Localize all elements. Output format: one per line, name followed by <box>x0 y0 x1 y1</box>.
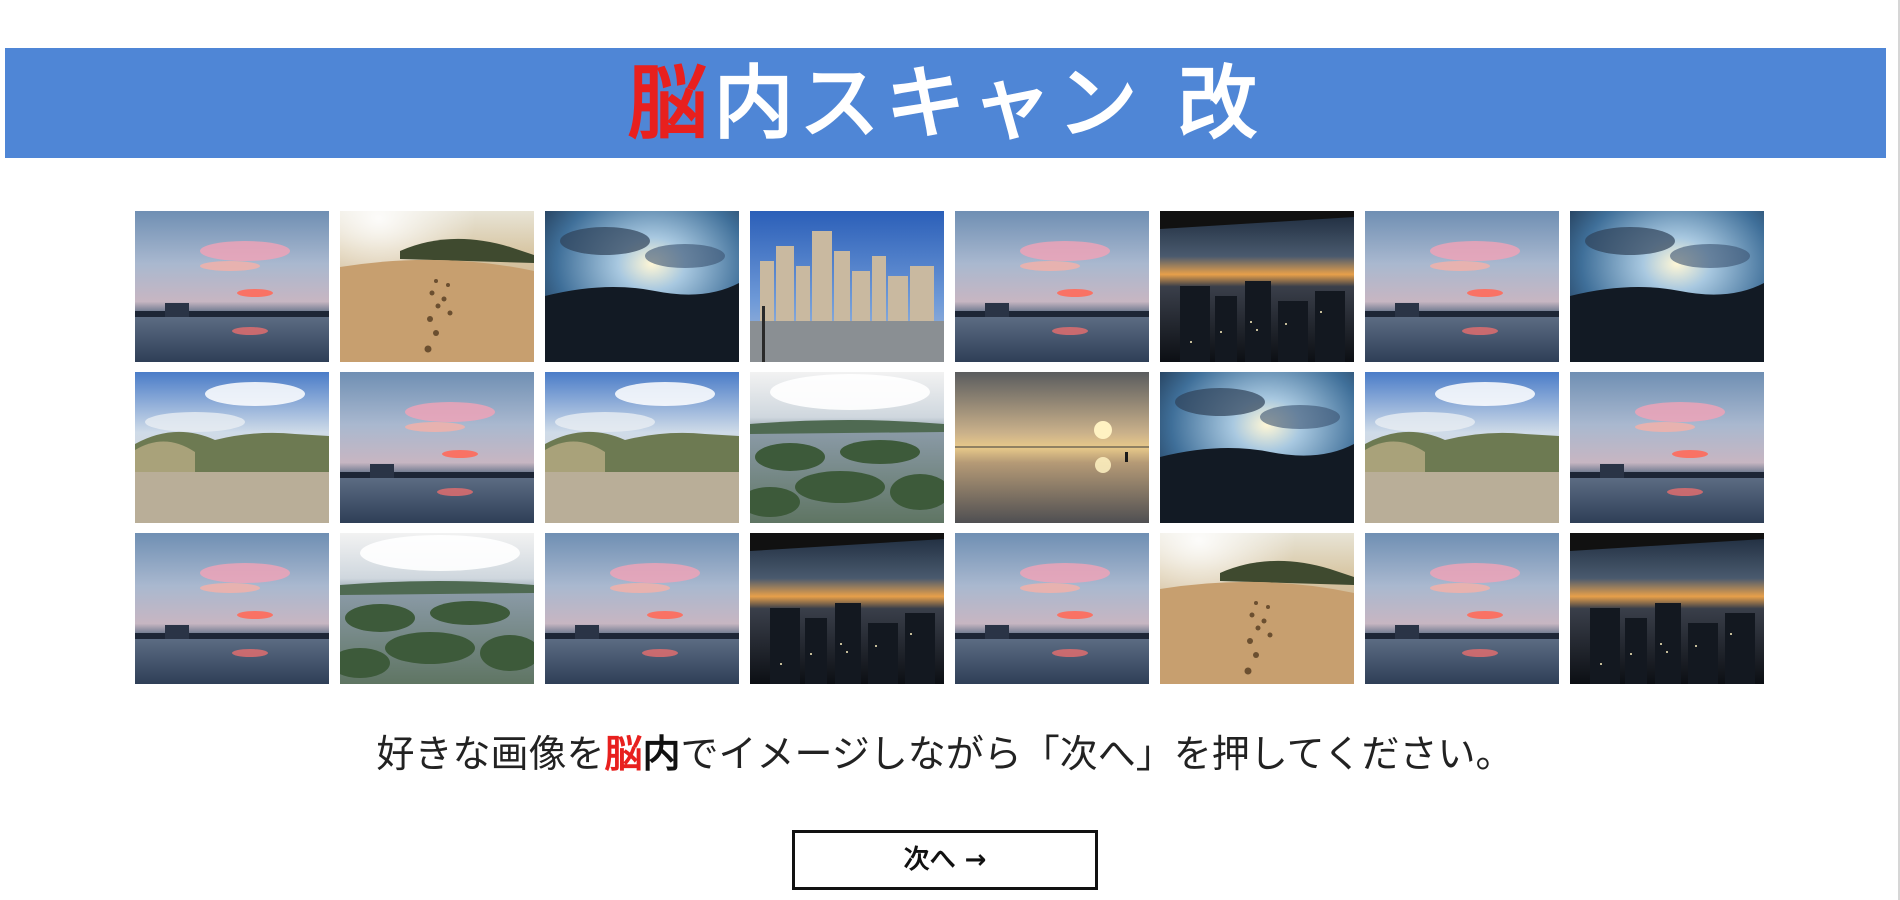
image-thumbnail[interactable] <box>1365 211 1559 362</box>
image-thumbnail[interactable] <box>1160 211 1354 362</box>
image-thumbnail[interactable] <box>1570 372 1764 523</box>
image-thumbnail[interactable] <box>135 372 329 523</box>
image-thumbnail[interactable] <box>955 372 1149 523</box>
thumbnail-image <box>1570 533 1764 684</box>
thumbnail-image <box>955 533 1149 684</box>
instruction-part1: 好きな画像を <box>376 732 605 776</box>
image-thumbnail[interactable] <box>340 372 534 523</box>
thumbnail-image <box>1365 211 1559 362</box>
thumbnail-image <box>955 211 1149 362</box>
thumbnail-image <box>1570 211 1764 362</box>
image-thumbnail[interactable] <box>1570 211 1764 362</box>
thumbnail-image <box>750 211 944 362</box>
header-banner: 脳内スキャン 改 <box>5 48 1886 158</box>
page: 脳内スキャン 改 好きな画像を脳内でイメージしながら「次へ」を押してください。 … <box>0 0 1900 900</box>
thumbnail-image <box>340 211 534 362</box>
thumbnail-image <box>545 533 739 684</box>
thumbnail-image <box>1160 372 1354 523</box>
thumbnail-image <box>1570 372 1764 523</box>
page-title: 脳内スキャン 改 <box>628 63 1264 143</box>
thumbnail-image <box>135 533 329 684</box>
image-thumbnail[interactable] <box>135 211 329 362</box>
thumbnail-image <box>545 211 739 362</box>
image-thumbnail[interactable] <box>955 533 1149 684</box>
image-thumbnail[interactable] <box>545 533 739 684</box>
title-accent-char: 脳 <box>627 56 714 150</box>
image-thumbnail[interactable] <box>545 211 739 362</box>
thumbnail-image <box>750 372 944 523</box>
image-thumbnail[interactable] <box>750 533 944 684</box>
thumbnail-image <box>955 372 1149 523</box>
instruction-part2: でイメージしながら「次へ」を押してください。 <box>680 732 1514 776</box>
thumbnail-image <box>135 372 329 523</box>
thumbnail-image <box>545 372 739 523</box>
instruction-accent-black: 内 <box>642 732 681 776</box>
next-button[interactable]: 次へ → <box>792 830 1098 890</box>
image-thumbnail[interactable] <box>340 533 534 684</box>
image-thumbnail[interactable] <box>1570 533 1764 684</box>
thumbnail-image <box>135 211 329 362</box>
image-thumbnail[interactable] <box>1160 372 1354 523</box>
thumbnail-image <box>340 372 534 523</box>
thumbnail-image <box>1160 533 1354 684</box>
instruction-accent-red: 脳 <box>604 732 643 776</box>
thumbnail-image <box>1160 211 1354 362</box>
instruction-text: 好きな画像を脳内でイメージしながら「次へ」を押してください。 <box>0 732 1890 778</box>
image-thumbnail[interactable] <box>1160 533 1354 684</box>
thumbnail-image <box>1365 533 1559 684</box>
image-thumbnail[interactable] <box>750 211 944 362</box>
thumbnail-image <box>340 533 534 684</box>
image-thumbnail[interactable] <box>340 211 534 362</box>
image-grid <box>135 211 1765 684</box>
image-thumbnail[interactable] <box>1365 372 1559 523</box>
image-thumbnail[interactable] <box>135 533 329 684</box>
image-thumbnail[interactable] <box>1365 533 1559 684</box>
image-thumbnail[interactable] <box>750 372 944 523</box>
title-rest: 内スキャン 改 <box>713 56 1264 150</box>
image-thumbnail[interactable] <box>545 372 739 523</box>
image-thumbnail[interactable] <box>955 211 1149 362</box>
thumbnail-image <box>1365 372 1559 523</box>
thumbnail-image <box>750 533 944 684</box>
